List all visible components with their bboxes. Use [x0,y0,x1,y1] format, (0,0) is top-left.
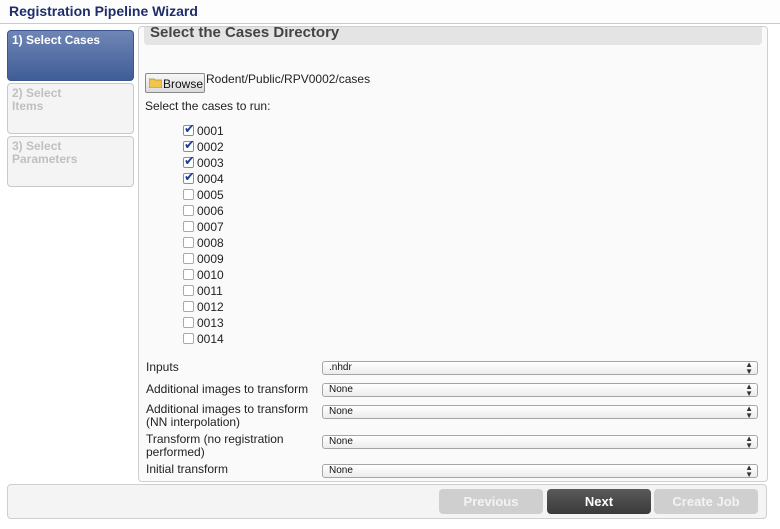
initial-transform-select[interactable]: None ▲ ▼ [322,463,758,479]
step-select-cases[interactable]: 1) Select Cases [7,30,134,81]
case-label: 0007 [197,220,224,234]
step-select-items[interactable]: 2) Select Items [7,83,134,134]
previous-button[interactable]: Previous [439,489,543,514]
additional-images-select[interactable]: None ▲ ▼ [322,382,758,398]
next-button[interactable]: Next [547,489,651,514]
field-label: Transform (no registration performed) [146,432,284,459]
select-arrows-icon: ▲ ▼ [745,360,753,376]
window-title: Registration Pipeline Wizard [9,3,198,19]
folder-icon [149,78,162,88]
case-checkbox[interactable]: ✔ [183,169,195,184]
case-checkbox[interactable]: ✔ [183,121,195,136]
case-checkbox[interactable] [183,317,194,328]
checkmark-icon: ✔ [184,153,195,168]
select-value: None [329,406,353,417]
select-arrows-icon: ▲ ▼ [745,434,753,450]
case-checkbox[interactable] [183,189,194,200]
select-value: None [329,384,353,395]
transform-select[interactable]: None ▲ ▼ [322,434,758,450]
step-label: 1) Select Cases [12,33,101,47]
case-checkbox[interactable] [183,285,194,296]
wizard-navigation-bar: Previous Next Create Job [7,484,767,519]
case-label: 0011 [197,284,223,298]
select-arrows-icon: ▲ ▼ [745,382,753,398]
case-label: 0006 [197,204,224,218]
field-label: Additional images to transform (NN inter… [146,402,309,429]
select-value: .nhdr [329,362,352,373]
case-checkbox[interactable] [183,221,194,232]
panel-title: Select the Cases Directory [150,26,340,41]
select-value: None [329,436,353,447]
title-bar: Registration Pipeline Wizard [0,0,780,24]
case-label: 0003 [197,156,224,170]
select-value: None [329,465,353,476]
field-label: Inputs [146,360,179,374]
select-arrows-icon: ▲ ▼ [745,463,753,479]
case-label: 0012 [197,300,224,314]
case-label: 0004 [197,172,224,186]
step-label: 2) Select Items [12,86,62,113]
browse-label: Browse [163,77,204,91]
case-checkbox[interactable] [183,301,194,312]
case-checkbox[interactable] [183,205,194,216]
case-label: 0005 [197,188,224,202]
case-checkbox[interactable]: ✔ [183,137,195,152]
case-checkbox[interactable] [183,333,194,344]
case-checkbox[interactable]: ✔ [183,153,195,168]
case-label: 0014 [197,332,224,346]
step-select-parameters[interactable]: 3) Select Parameters [7,136,134,187]
case-checkbox[interactable] [183,269,194,280]
cases-directory-path: Rodent/Public/RPV0002/cases [206,72,371,86]
field-label: Initial transform [146,462,229,476]
create-job-button[interactable]: Create Job [654,489,758,514]
step-label: 3) Select Parameters [12,139,78,166]
checkmark-icon: ✔ [184,169,195,184]
main-panel: Select the Cases Directory Browse Rodent… [138,26,768,482]
inputs-select[interactable]: .nhdr ▲ ▼ [322,360,758,376]
field-label: Additional images to transform [146,382,309,396]
cases-prompt: Select the cases to run: [145,99,271,113]
wizard-steps: 1) Select Cases 2) Select Items 3) Selec… [7,30,134,189]
case-checkbox[interactable] [183,253,194,264]
case-checkbox[interactable] [183,237,194,248]
additional-images-nn-select[interactable]: None ▲ ▼ [322,404,758,420]
case-label: 0001 [197,124,224,138]
checkmark-icon: ✔ [184,137,195,152]
case-label: 0008 [197,236,224,250]
select-arrows-icon: ▲ ▼ [745,404,753,420]
case-label: 0013 [197,316,224,330]
case-label: 0002 [197,140,224,154]
browse-button[interactable]: Browse [145,73,205,93]
panel-header: Select the Cases Directory [144,26,762,45]
case-label: 0009 [197,252,224,266]
case-label: 0010 [197,268,224,282]
checkmark-icon: ✔ [184,121,195,136]
